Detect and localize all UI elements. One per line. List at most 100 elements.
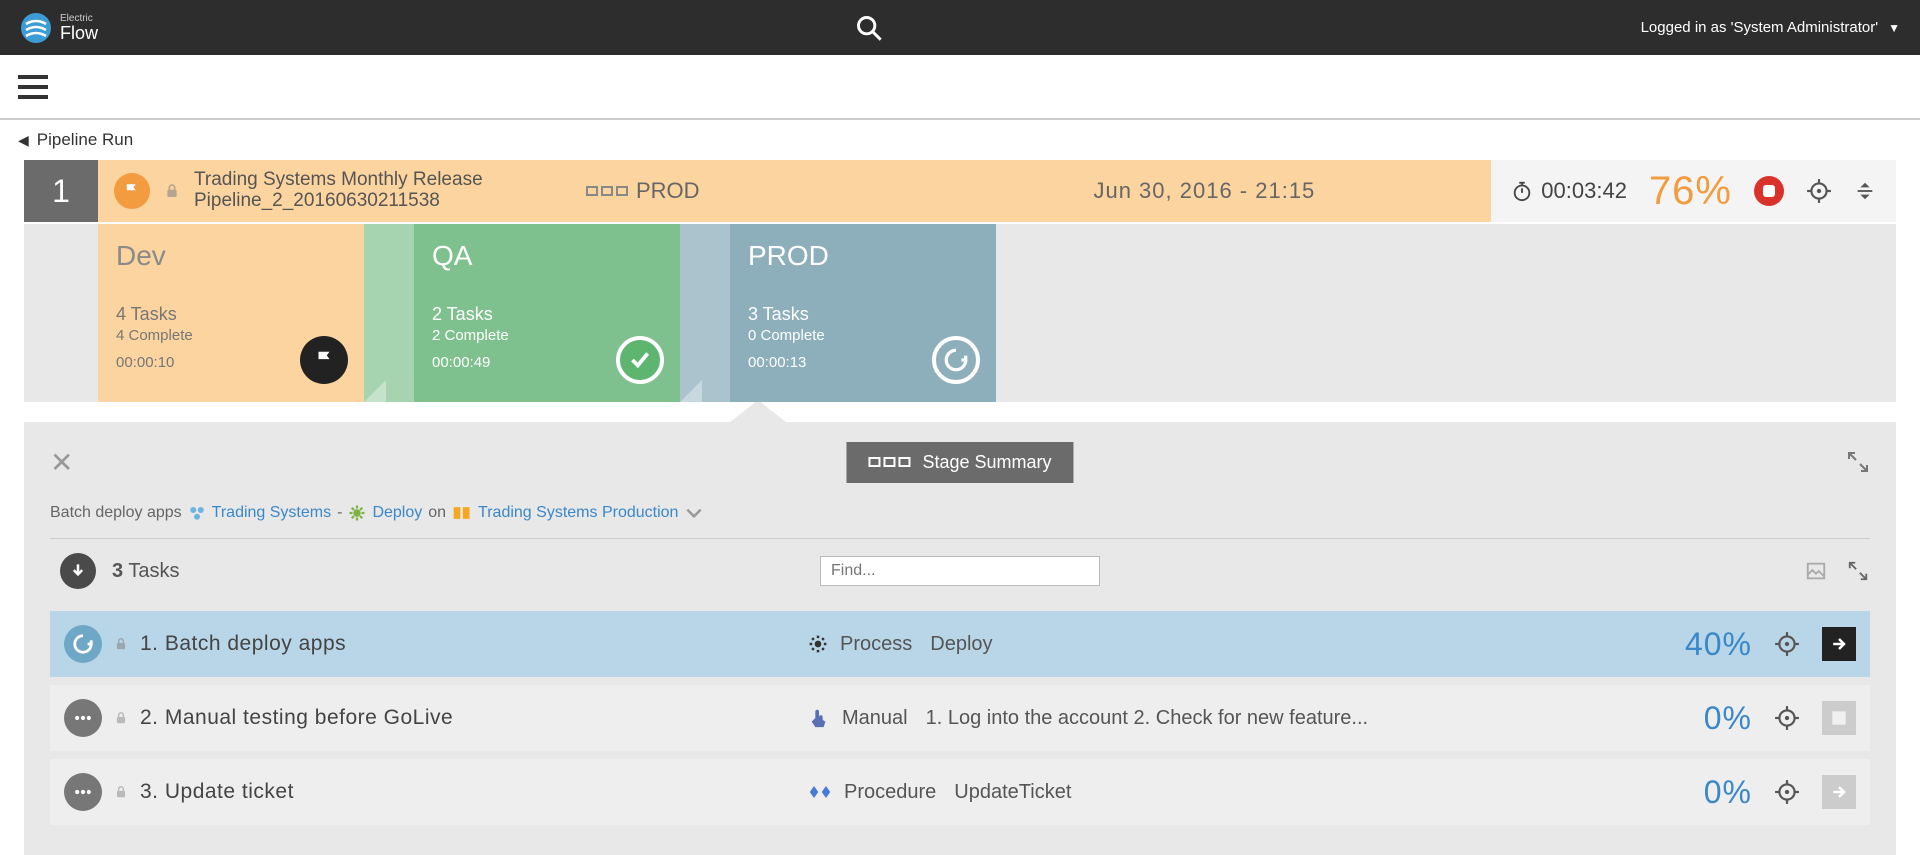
- stage-boxes-icon: [586, 186, 628, 196]
- breadcrumb[interactable]: ◀ Pipeline Run: [0, 120, 1920, 160]
- summary-subtitle: Batch deploy apps Trading Systems - Depl…: [50, 504, 1870, 539]
- task-detail: 1. Log into the account 2. Check for new…: [926, 707, 1369, 730]
- target-icon[interactable]: [1806, 178, 1832, 204]
- stage-dev[interactable]: Dev 4 Tasks 4 Complete 00:00:10: [98, 224, 364, 402]
- hamburger-menu-icon[interactable]: [18, 75, 48, 99]
- brand-logo[interactable]: Electric Flow: [20, 12, 98, 44]
- task-percent: 0%: [1704, 774, 1752, 811]
- pipeline-meta: 00:03:42 76%: [1491, 160, 1896, 222]
- stage-prod[interactable]: PROD 3 Tasks 0 Complete 00:00:13: [730, 224, 996, 402]
- chevron-down-icon[interactable]: [684, 506, 704, 520]
- task-row[interactable]: 3. Update ticket Procedure UpdateTicket …: [50, 759, 1870, 825]
- expand-all-button[interactable]: [60, 553, 96, 589]
- stage-qa[interactable]: QA 2 Tasks 2 Complete 00:00:49: [414, 224, 680, 402]
- close-icon[interactable]: ✕: [50, 446, 73, 479]
- app-icon: [188, 504, 206, 522]
- tasks-count: 3 Tasks: [112, 560, 179, 583]
- tasks-count-word: Tasks: [128, 560, 179, 582]
- task-type: Process: [840, 633, 912, 656]
- target-icon[interactable]: [1774, 779, 1800, 805]
- tasks-count-num: 3: [112, 560, 123, 582]
- top-header: Electric Flow Logged in as 'System Admin…: [0, 0, 1920, 55]
- lock-icon: [114, 710, 128, 726]
- task-percent: 40%: [1685, 626, 1752, 663]
- pipeline-main: Trading Systems Monthly Release Pipeline…: [98, 160, 1491, 222]
- target-icon[interactable]: [1774, 631, 1800, 657]
- task-status-pending-icon: [64, 773, 102, 811]
- stage-status-running-icon: [932, 336, 980, 384]
- image-icon[interactable]: [1804, 560, 1828, 582]
- diamond-icon: [808, 783, 832, 801]
- lock-icon: [114, 784, 128, 800]
- pipeline-percent: 76%: [1649, 169, 1732, 214]
- pipeline-flag-icon: [114, 173, 150, 209]
- env-icon: [452, 505, 472, 521]
- chevron-down-icon: ▼: [1888, 21, 1900, 35]
- stage-name: Dev: [116, 240, 346, 272]
- separator: -: [337, 504, 342, 522]
- target-icon[interactable]: [1774, 705, 1800, 731]
- current-stage-name: PROD: [636, 178, 700, 204]
- search-icon[interactable]: [855, 14, 883, 42]
- task-status-pending-icon: [64, 699, 102, 737]
- task-row[interactable]: 1. Batch deploy apps Process Deploy 40%: [50, 611, 1870, 677]
- task-percent: 0%: [1704, 700, 1752, 737]
- task-type: Manual: [842, 707, 908, 730]
- tasks-header: 3 Tasks: [50, 539, 1870, 603]
- summary-prefix: Batch deploy apps: [50, 504, 182, 522]
- env-link[interactable]: Trading Systems Production: [478, 504, 678, 522]
- task-name: 1. Batch deploy apps: [140, 632, 346, 656]
- stage-summary-label: Stage Summary: [922, 452, 1051, 473]
- deploy-link[interactable]: Deploy: [372, 504, 422, 522]
- electricflow-logo-icon: [20, 12, 52, 44]
- on-text: on: [428, 504, 446, 522]
- expand-icon[interactable]: [1846, 560, 1870, 582]
- pipeline-index: 1: [24, 160, 98, 222]
- user-label: Logged in as 'System Administrator': [1641, 19, 1879, 36]
- stage-summary-panel: ✕ Stage Summary Batch deploy apps Tradin…: [24, 422, 1896, 855]
- collapse-icon[interactable]: [1854, 180, 1876, 202]
- find-input[interactable]: [820, 556, 1100, 586]
- stage-status-check-icon: [616, 336, 664, 384]
- task-type: Procedure: [844, 781, 936, 804]
- current-stage-pill: PROD: [586, 178, 700, 204]
- stage-pointer-icon: [730, 400, 786, 422]
- brand-bottom: Flow: [60, 24, 98, 42]
- stage-status-flag-icon: [300, 336, 348, 384]
- lock-icon: [164, 182, 180, 200]
- task-status-running-icon: [64, 625, 102, 663]
- brand-top: Electric: [60, 14, 98, 24]
- stage-tasks: 3 Tasks: [748, 304, 978, 325]
- go-button[interactable]: [1822, 701, 1856, 735]
- breadcrumb-label: Pipeline Run: [37, 130, 133, 150]
- task-name: 2. Manual testing before GoLive: [140, 706, 453, 730]
- task-row[interactable]: 2. Manual testing before GoLive Manual 1…: [50, 685, 1870, 751]
- expand-icon[interactable]: [1846, 450, 1870, 474]
- stages-row: Dev 4 Tasks 4 Complete 00:00:10 QA 2 Tas…: [24, 224, 1896, 402]
- user-menu[interactable]: Logged in as 'System Administrator' ▼: [1641, 19, 1900, 36]
- back-triangle-icon: ◀: [18, 132, 29, 149]
- stage-tasks: 2 Tasks: [432, 304, 662, 325]
- menu-bar: [0, 55, 1920, 120]
- stage-summary-badge: Stage Summary: [846, 442, 1073, 483]
- go-button[interactable]: [1822, 775, 1856, 809]
- pipeline-datetime: Jun 30, 2016 - 21:15: [1093, 178, 1315, 204]
- pipeline-header: 1 Trading Systems Monthly Release Pipeli…: [24, 160, 1896, 222]
- stop-button[interactable]: [1754, 176, 1784, 206]
- stage-bridge: [680, 224, 730, 402]
- gear-icon: [808, 634, 828, 654]
- task-name: 3. Update ticket: [140, 780, 294, 804]
- app-link[interactable]: Trading Systems: [212, 504, 331, 522]
- stage-name: PROD: [748, 240, 978, 272]
- hand-icon: [808, 707, 830, 729]
- lock-icon: [114, 636, 128, 652]
- elapsed-time: 00:03:42: [1511, 178, 1627, 204]
- pipeline-title: Trading Systems Monthly Release Pipeline…: [194, 170, 564, 212]
- go-button[interactable]: [1822, 627, 1856, 661]
- stage-name: QA: [432, 240, 662, 272]
- task-detail: UpdateTicket: [954, 781, 1071, 804]
- stopwatch-icon: [1511, 180, 1533, 202]
- stage-bridge: [364, 224, 414, 402]
- stage-boxes-icon: [868, 457, 910, 467]
- elapsed-value: 00:03:42: [1541, 178, 1627, 204]
